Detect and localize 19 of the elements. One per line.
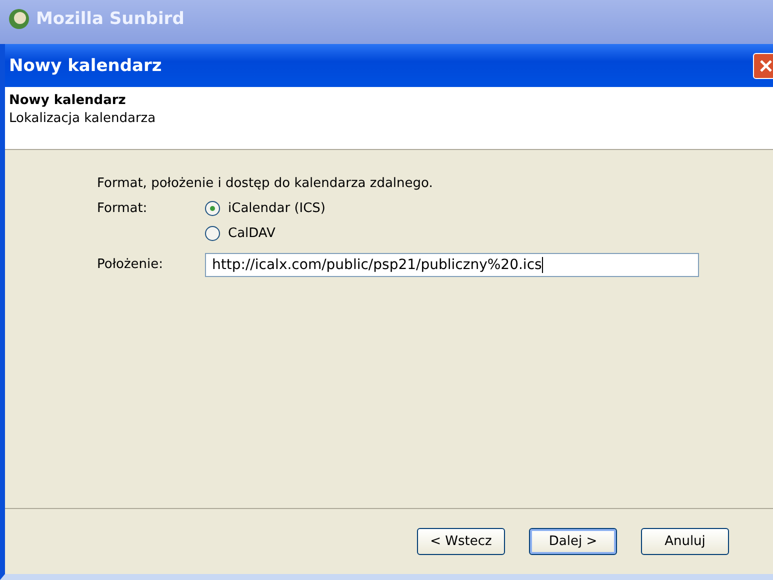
radio-option[interactable]: CalDAV: [205, 226, 773, 241]
wizard-button[interactable]: Dalej >: [529, 528, 617, 555]
dialog-title: Nowy kalendarz: [9, 56, 162, 76]
close-button[interactable]: [753, 52, 773, 78]
radio-button[interactable]: [205, 201, 220, 216]
radio-label: iCalendar (ICS): [228, 201, 326, 216]
wizard-button[interactable]: Anuluj: [641, 528, 729, 555]
wizard-page-subtitle: Lokalizacja kalendarza: [9, 111, 157, 126]
app-title: Mozilla Sunbird: [36, 9, 184, 29]
close-icon: [759, 58, 773, 72]
intro-text: Format, położenie i dostęp do kalendarza zdalnego.: [97, 176, 434, 191]
format-label: Format:: [97, 200, 148, 216]
wizard-page-title: Nowy kalendarz: [9, 93, 127, 108]
radio-option[interactable]: iCalendar (ICS): [205, 201, 773, 216]
radio-label: CalDAV: [228, 226, 276, 241]
location-label: Położenie:: [97, 256, 164, 272]
radio-button[interactable]: [205, 226, 220, 241]
location-field[interactable]: http://icalx.com/public/psp21/publiczny%20.ics: [205, 253, 699, 277]
wizard-button[interactable]: < Wstecz: [417, 528, 505, 555]
